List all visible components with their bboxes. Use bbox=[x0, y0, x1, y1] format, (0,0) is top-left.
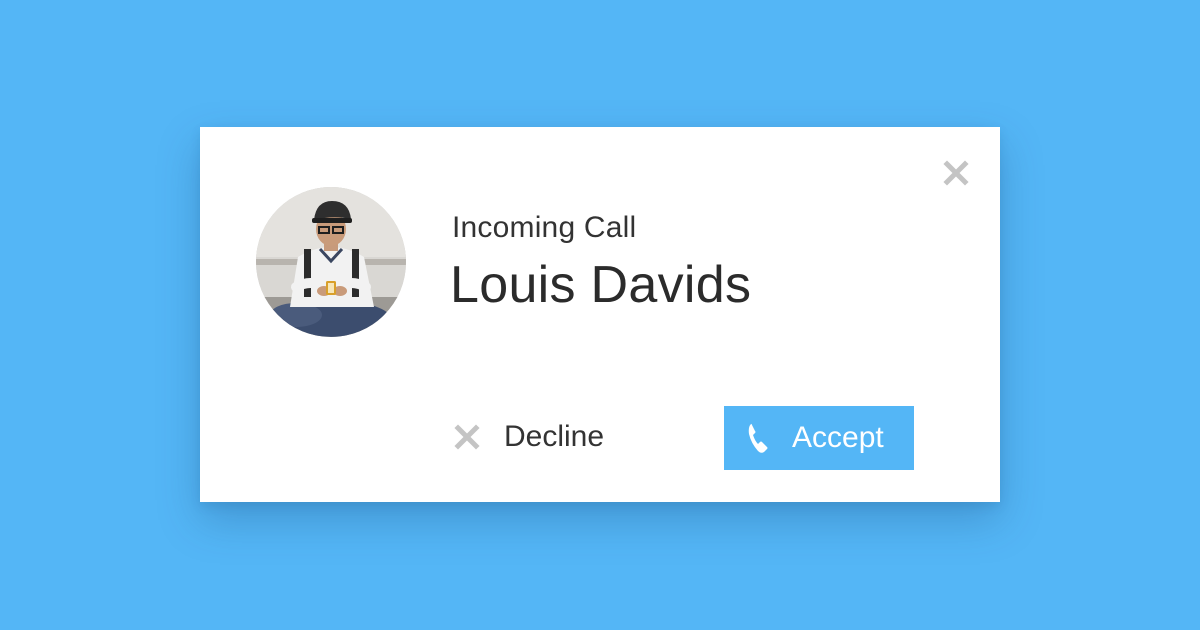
decline-label: Decline bbox=[504, 420, 605, 453]
caller-photo bbox=[256, 187, 406, 337]
close-button[interactable] bbox=[940, 157, 972, 189]
caller-name: Louis Davids bbox=[450, 256, 752, 314]
close-icon bbox=[452, 422, 482, 452]
close-icon bbox=[943, 160, 969, 186]
avatar bbox=[256, 187, 406, 337]
call-status-label: Incoming Call bbox=[452, 211, 637, 244]
accept-button[interactable]: Accept bbox=[724, 406, 914, 470]
decline-button[interactable]: Decline bbox=[452, 417, 604, 457]
incoming-call-dialog: Incoming Call Louis Davids Decline Accep… bbox=[200, 127, 1000, 502]
accept-label: Accept bbox=[792, 421, 884, 454]
phone-icon bbox=[744, 421, 774, 455]
